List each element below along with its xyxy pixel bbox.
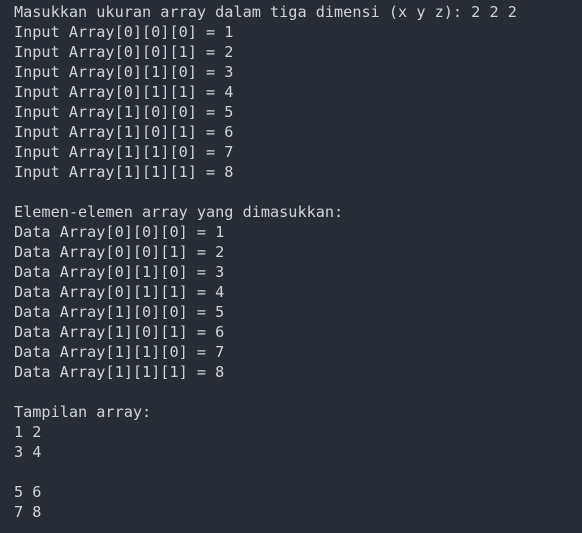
data-line: Data Array[0][1][0] = 3 xyxy=(14,263,225,281)
data-line: Data Array[1][0][0] = 5 xyxy=(14,303,225,321)
data-line: Data Array[1][1][0] = 7 xyxy=(14,343,225,361)
data-line: Data Array[1][0][1] = 6 xyxy=(14,323,225,341)
data-line: Data Array[0][0][1] = 2 xyxy=(14,243,225,261)
input-line: Input Array[0][1][0] = 3 xyxy=(14,63,234,81)
input-line: Input Array[1][1][0] = 7 xyxy=(14,143,234,161)
prompt-line: Masukkan ukuran array dalam tiga dimensi… xyxy=(14,3,517,21)
data-line: Data Array[1][1][1] = 8 xyxy=(14,363,225,381)
input-line: Input Array[1][0][0] = 5 xyxy=(14,103,234,121)
input-line: Input Array[0][0][1] = 2 xyxy=(14,43,234,61)
data-line: Data Array[0][1][1] = 4 xyxy=(14,283,225,301)
array-row: 1 2 xyxy=(14,423,42,441)
array-row: 7 8 xyxy=(14,503,42,521)
array-row: 3 4 xyxy=(14,443,42,461)
input-line: Input Array[0][1][1] = 4 xyxy=(14,83,234,101)
data-line: Data Array[0][0][0] = 1 xyxy=(14,223,225,241)
input-line: Input Array[1][1][1] = 8 xyxy=(14,163,234,181)
input-line: Input Array[0][0][0] = 1 xyxy=(14,23,234,41)
array-row: 5 6 xyxy=(14,483,42,501)
input-line: Input Array[1][0][1] = 6 xyxy=(14,123,234,141)
section-heading: Elemen-elemen array yang dimasukkan: xyxy=(14,203,344,221)
section-heading: Tampilan array: xyxy=(14,403,152,421)
terminal-output[interactable]: Masukkan ukuran array dalam tiga dimensi… xyxy=(0,0,582,533)
